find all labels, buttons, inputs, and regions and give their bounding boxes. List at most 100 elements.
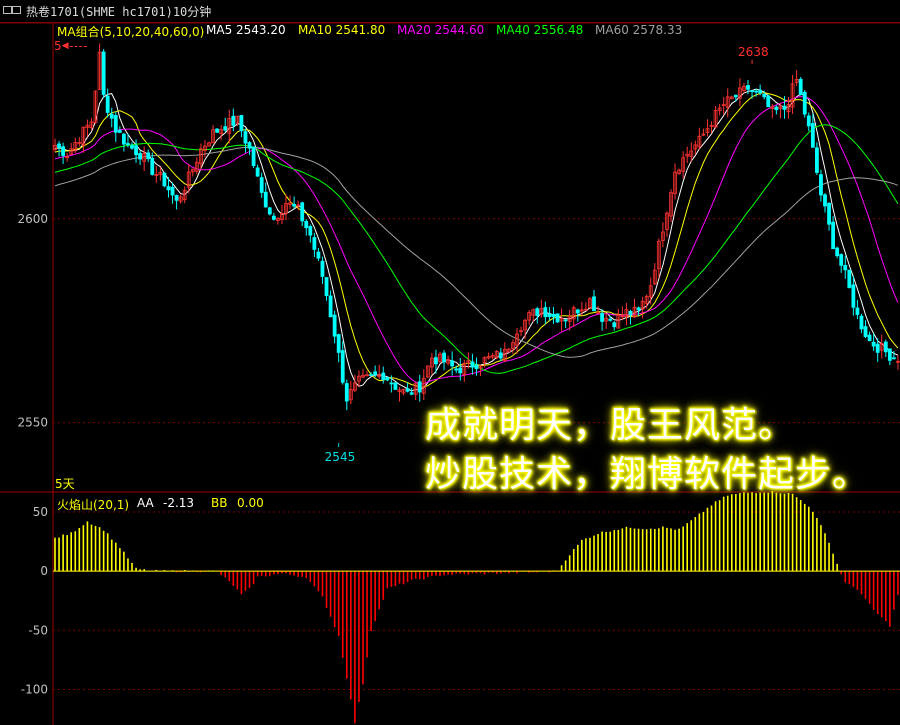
ma10-legend: MA10 2541.80	[298, 23, 386, 37]
candle-down	[101, 51, 106, 95]
candle-down	[223, 126, 228, 131]
candle-down	[417, 381, 422, 393]
candle-down	[57, 143, 61, 148]
candle-down	[170, 186, 175, 196]
candle-down	[750, 90, 754, 93]
candle-down	[393, 382, 398, 390]
axis-tick-labels: 2550 2600 50 0 -50 -100	[17, 212, 48, 697]
ma20-legend: MA20 2544.60	[397, 23, 485, 37]
candle-down	[162, 172, 167, 187]
arrow-left-icon: ◀	[61, 41, 69, 51]
candle-down	[758, 89, 763, 94]
candle-down	[121, 133, 126, 145]
candle-down	[292, 204, 297, 207]
candle-down	[802, 91, 807, 115]
candle-down	[255, 167, 260, 177]
cursor-value: 5	[54, 39, 62, 53]
ma60-legend: MA60 2578.33	[595, 23, 683, 37]
candle-down	[409, 392, 414, 395]
candle-down	[405, 388, 410, 392]
candle-down	[887, 348, 892, 361]
candle-down	[814, 147, 819, 173]
candle-down	[316, 251, 321, 259]
candle-down	[843, 265, 848, 271]
window-icon	[3, 6, 21, 14]
price-annotation: 2638	[738, 45, 769, 59]
candle-down	[774, 106, 779, 111]
candle-down	[733, 94, 738, 98]
candle-down	[259, 177, 264, 193]
candle-down	[592, 296, 596, 312]
indicator-bb-value: 0.00	[237, 496, 264, 510]
indicator-bb-label: BB	[211, 496, 228, 510]
candle-down	[470, 361, 475, 368]
period-label: 5天	[55, 477, 75, 491]
candle-down	[324, 277, 329, 297]
moving-average-lines	[54, 88, 899, 392]
candle-down	[782, 105, 787, 110]
candle-down	[575, 309, 580, 314]
ma5-legend: MA5 2543.20	[206, 23, 286, 37]
candle-down	[798, 78, 803, 95]
candle-down	[332, 314, 337, 337]
chart-grid	[0, 22, 900, 725]
candle-down	[166, 186, 171, 191]
candle-down	[563, 319, 568, 322]
candle-down	[109, 113, 114, 119]
candle-down	[146, 152, 151, 160]
candle-down	[551, 313, 556, 318]
indicator-tick-label: 50	[33, 505, 48, 519]
candle-down	[498, 352, 503, 359]
candle-down	[835, 247, 840, 257]
candle-down	[271, 215, 276, 220]
candle-down	[806, 115, 811, 127]
ma-line-ma60	[54, 146, 899, 358]
ma40-legend: MA40 2556.48	[496, 23, 584, 37]
candle-down	[215, 128, 220, 133]
ma-line-ma5	[54, 88, 899, 392]
candle-down	[117, 130, 122, 133]
candle-down	[243, 131, 248, 144]
candle-down	[600, 313, 605, 322]
candle-down	[827, 202, 831, 225]
candle-down	[434, 357, 438, 365]
candle-down	[863, 326, 868, 338]
candle-down	[810, 123, 815, 148]
candle-down	[555, 313, 560, 323]
candle-down	[847, 269, 852, 288]
candle-down	[373, 371, 378, 376]
candle-down	[308, 226, 313, 236]
indicator-name: 火焰山(20,1)	[57, 498, 130, 512]
candle-down	[328, 295, 333, 318]
candle-down	[381, 372, 386, 380]
candle-down	[336, 334, 341, 353]
candle-down	[251, 146, 256, 166]
candle-down	[628, 310, 633, 315]
price-tick-label: 2600	[17, 212, 48, 226]
window-title: 热卷1701(SHME hc1701)10分钟	[26, 5, 212, 19]
candle-down	[823, 194, 827, 207]
price-annotation: 2545	[325, 450, 356, 464]
ma-line-ma20	[54, 96, 899, 385]
indicator-tick-label: -50	[28, 623, 48, 637]
candle-down	[819, 174, 823, 196]
candle-down	[247, 142, 252, 149]
candle-down	[340, 350, 345, 383]
candle-down	[389, 382, 394, 385]
window-title-bar[interactable]: 热卷1701(SHME hc1701)10分钟	[0, 0, 900, 23]
candle-down	[766, 95, 771, 108]
candle-down	[474, 364, 479, 370]
candle-down	[883, 341, 888, 353]
chart-canvas[interactable]: 2550 2600 50 0 -50 -100 2638 2545	[0, 0, 900, 725]
candle-down	[450, 360, 455, 367]
candle-down	[762, 94, 767, 98]
ma-group-label: MA组合(5,10,20,40,60,0)	[57, 25, 205, 39]
price-tick-label: 2550	[17, 416, 48, 430]
candle-down	[126, 143, 130, 146]
candle-down	[454, 368, 459, 371]
candle-down	[130, 145, 134, 149]
candle-down	[134, 145, 138, 156]
candle-down	[535, 308, 540, 316]
ma-line-ma10	[54, 92, 899, 388]
candle-down	[612, 322, 617, 328]
